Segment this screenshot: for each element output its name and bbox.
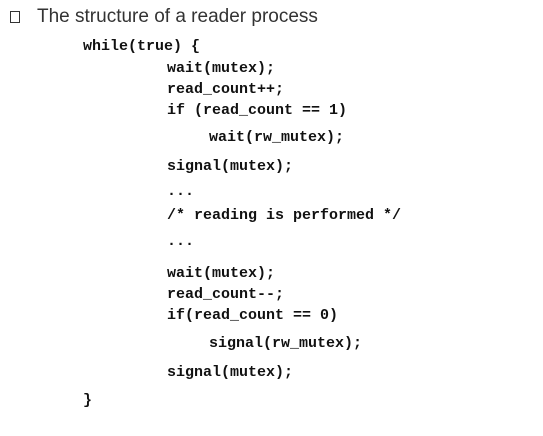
code-line-read-count-decrement: read_count--; [167,286,285,303]
code-line-ellipsis: ... [167,183,195,200]
code-line-reading-comment: /* reading is performed */ [167,207,402,224]
code-line-signal-rw-mutex: signal(rw_mutex); [209,335,363,352]
code-line-wait-rw-mutex: wait(rw_mutex); [209,129,345,146]
code-line-signal-mutex: signal(mutex); [167,158,294,175]
code-line-if-first-reader: if (read_count == 1) [167,102,348,119]
code-line-wait-mutex: wait(mutex); [167,265,276,282]
slide-heading: The structure of a reader process [37,6,318,27]
code-line-if-last-reader: if(read_count == 0) [167,307,339,324]
code-line-ellipsis: ... [167,233,195,250]
code-line-wait-mutex: wait(mutex); [167,60,276,77]
square-bullet-icon [10,11,20,23]
code-line-signal-mutex: signal(mutex); [167,364,294,381]
code-line-closing-brace: } [83,392,93,409]
code-line-while: while(true) { [83,38,201,55]
bullet-item: The structure of a reader process [10,4,318,30]
code-line-read-count-increment: read_count++; [167,81,285,98]
